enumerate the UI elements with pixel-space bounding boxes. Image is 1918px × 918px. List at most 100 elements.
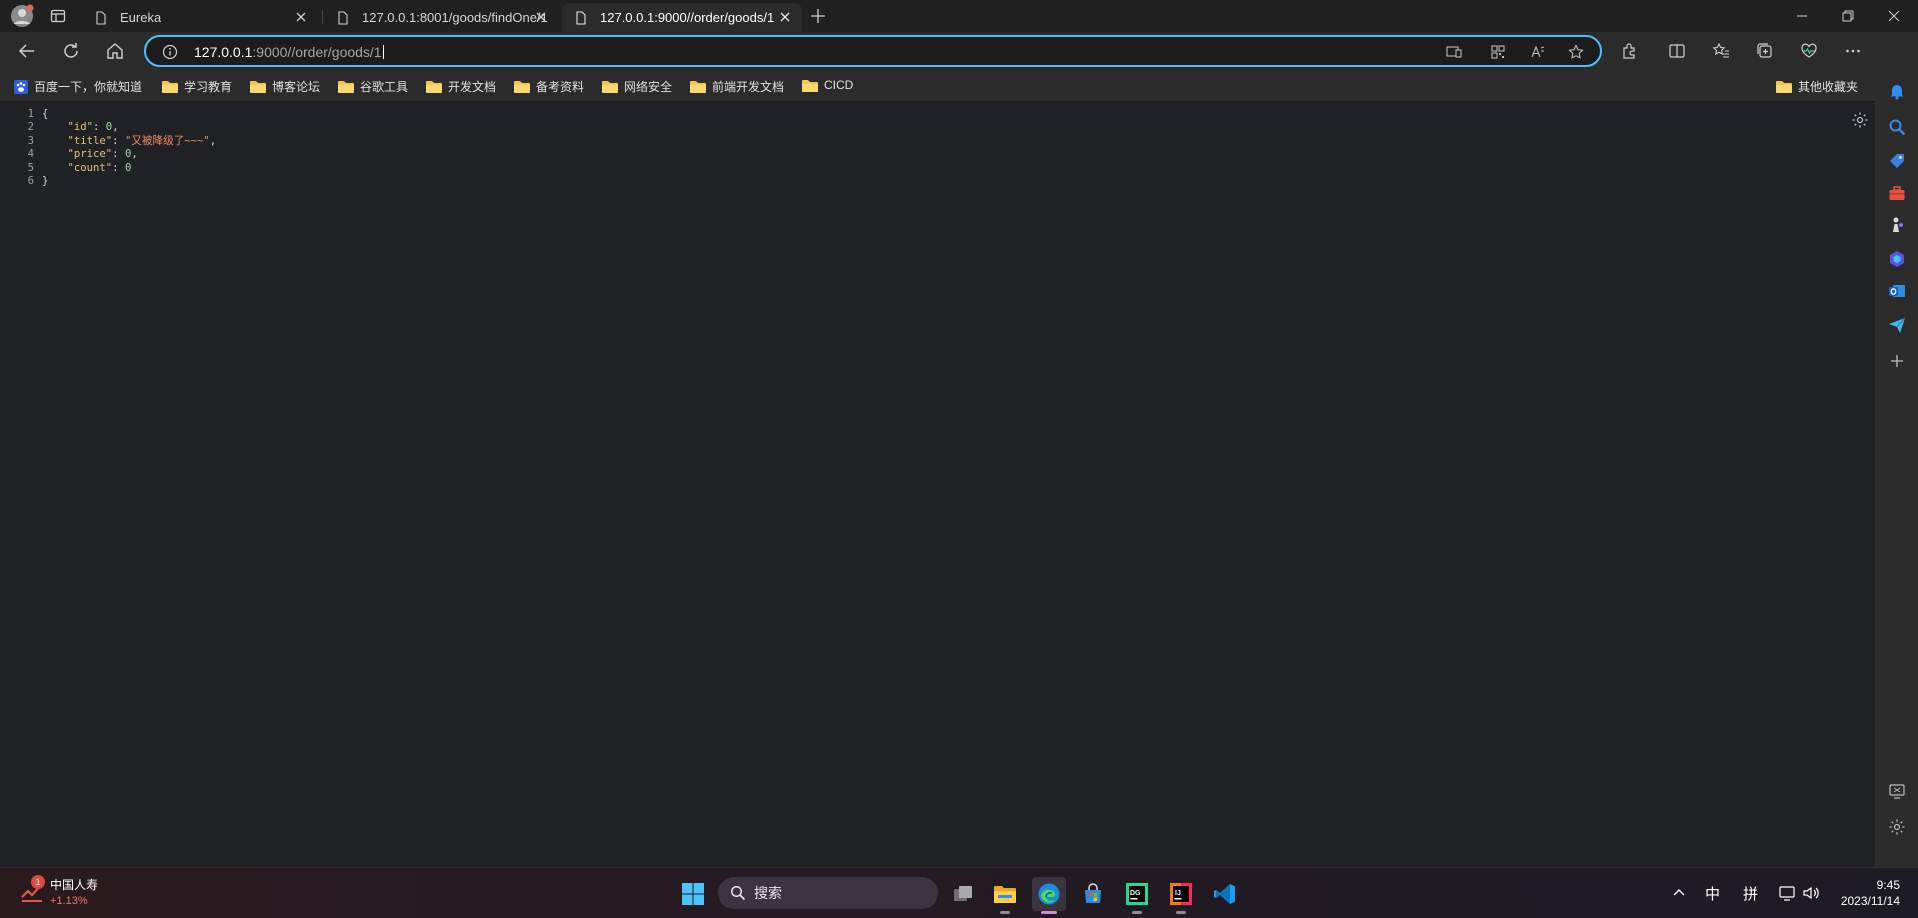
tab-eureka[interactable]: Eureka [82,3,318,32]
screen-capture-icon [1889,784,1905,799]
outlook-button[interactable] [1886,280,1908,302]
extensions-button[interactable] [1616,38,1642,64]
start-button[interactable] [676,877,710,911]
home-button[interactable] [102,38,128,64]
add-sidebar-app-button[interactable] [1886,350,1908,372]
bookmark-label: CICD [824,78,854,92]
bookmark-folder-cicd[interactable]: CICD [802,78,853,92]
taskbar-search[interactable]: 搜索 [718,877,938,909]
json-line: 3 "title": "又被降级了~~~", [20,134,217,148]
bookmark-folder-frontend[interactable]: 前端开发文档 [690,78,784,95]
settings-and-more-button[interactable] [1840,38,1866,64]
tab-goods-findone[interactable]: 127.0.0.1:8001/goods/findOne/1 [324,3,558,32]
chevron-up-icon [1673,889,1685,896]
toolbox-icon [1889,186,1905,200]
minimize-button[interactable] [1795,9,1809,23]
stock-widget[interactable]: 1 中国人寿 +1.13% [20,875,99,907]
url-text[interactable]: 127.0.0.1:9000//order/goods/1 [194,44,384,60]
bookmark-folder-google-tools[interactable]: 谷歌工具 [338,78,408,95]
gear-icon [1852,112,1868,128]
restore-button[interactable] [1841,9,1855,23]
microsoft-365-button[interactable] [1886,248,1908,270]
bookmark-folder-security[interactable]: 网络安全 [602,78,672,95]
system-clock[interactable]: 9:45 2023/11/14 [1841,877,1900,909]
address-bar[interactable]: 127.0.0.1:9000//order/goods/1 [144,35,1602,67]
datagrip-button[interactable]: DG [1120,877,1154,914]
bookmark-baidu[interactable]: 百度一下，你就知道 [14,78,142,95]
tab-actions-icon[interactable] [50,8,66,24]
favorites-icon [1712,42,1729,58]
clock-time: 9:45 [1876,878,1900,892]
json-key: "title" [67,134,113,147]
line-number: 4 [27,148,34,161]
bookmark-label: 博客论坛 [272,80,321,94]
ime-mode-indicator[interactable]: 拼 [1743,883,1758,904]
json-key: "count" [67,161,113,174]
screenshot-button[interactable] [1886,780,1908,802]
line-number: 5 [27,161,34,174]
bookmark-folder-exam[interactable]: 备考资料 [514,78,584,95]
json-view-settings-button[interactable] [1851,111,1869,129]
text-caret [382,45,384,59]
page-icon [338,10,348,25]
tools-button[interactable] [1886,182,1908,204]
tab-order-goods[interactable]: 127.0.0.1:9000//order/goods/1 [562,3,802,32]
vscode-button[interactable] [1208,877,1242,911]
close-icon[interactable] [778,10,792,24]
stock-name: 中国人寿 [50,878,99,892]
page-icon [96,10,106,25]
bookmark-folder-study[interactable]: 学习教育 [162,78,232,95]
json-line: 2 "id": 0, [20,121,216,134]
back-button[interactable] [14,38,40,64]
drop-button[interactable] [1886,314,1908,336]
running-indicator [1000,911,1010,914]
close-icon[interactable] [294,10,308,24]
notifications-button[interactable] [1886,80,1908,102]
app-available-icon[interactable] [1446,44,1462,60]
stock-change: +1.13% [50,895,88,907]
profile-avatar[interactable] [10,4,34,28]
edge-taskbar-button[interactable] [1032,877,1066,914]
bookmark-folder-blog[interactable]: 博客论坛 [250,78,320,95]
search-sidebar-button[interactable] [1886,116,1908,138]
intellij-idea-button[interactable]: IJ [1164,877,1198,914]
url-host: 127.0.0.1 [194,44,253,60]
json-brace: } [42,175,49,188]
file-explorer-button[interactable] [988,877,1022,914]
plus-icon [1891,355,1903,367]
network-icon[interactable] [1778,884,1796,902]
browser-essentials-button[interactable] [1796,38,1822,64]
favorite-star-icon[interactable] [1568,44,1584,60]
shopping-button[interactable] [1886,150,1908,172]
json-key: "price" [67,148,113,161]
new-tab-button[interactable] [810,8,826,24]
microsoft-store-button[interactable] [1076,877,1110,911]
bookmark-folder-dev-docs[interactable]: 开发文档 [426,78,496,95]
close-icon[interactable] [534,10,548,24]
url-path: :9000//order/goods/1 [252,44,382,60]
datagrip-icon: DG [1126,883,1148,905]
json-line: 4 "price": 0, [20,148,216,161]
favorites-button[interactable] [1708,38,1734,64]
sidebar-settings-button[interactable] [1886,816,1908,838]
show-hidden-icons-button[interactable] [1672,885,1686,899]
site-info-icon[interactable] [162,44,178,60]
ime-language-indicator[interactable]: 中 [1705,883,1720,904]
tab-title: 127.0.0.1:8001/goods/findOne/1 [362,10,548,25]
games-button[interactable] [1886,214,1908,236]
json-comma: , [209,134,217,147]
task-view-button[interactable] [946,877,980,911]
line-number: 2 [27,121,34,134]
office-icon [1890,251,1904,267]
split-screen-button[interactable] [1664,38,1690,64]
other-favorites[interactable]: 其他收藏夹 [1776,78,1858,95]
volume-icon[interactable] [1802,884,1820,902]
store-icon [1085,883,1101,903]
collections-button[interactable] [1752,38,1778,64]
outlook-icon [1889,285,1905,297]
running-indicator [1176,911,1186,914]
close-window-button[interactable] [1887,9,1901,23]
qr-code-icon[interactable] [1490,44,1506,60]
refresh-button[interactable] [58,38,84,64]
read-aloud-icon[interactable] [1530,44,1546,60]
